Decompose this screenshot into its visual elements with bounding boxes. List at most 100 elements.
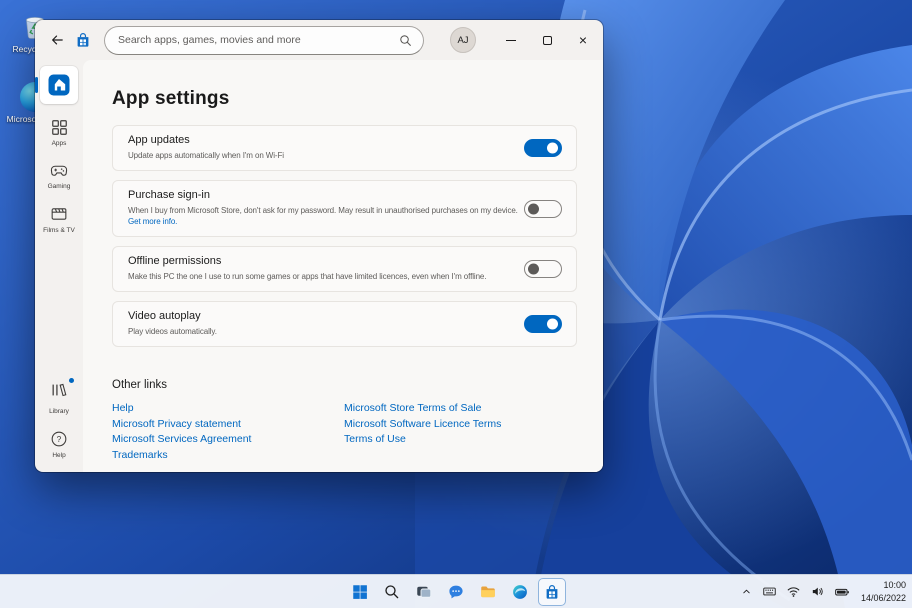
apps-grid-icon xyxy=(50,118,69,137)
store-sidebar: Apps Gaming xyxy=(35,60,83,472)
settings-cards: App updates Update apps automatically wh… xyxy=(112,125,577,347)
windows-logo-icon xyxy=(351,583,369,601)
other-links-title: Other links xyxy=(112,379,577,391)
link-services-agreement[interactable]: Microsoft Services Agreement xyxy=(112,434,344,445)
search-box[interactable] xyxy=(104,26,424,55)
speaker-icon xyxy=(810,584,825,599)
setting-description: Play videos automatically. xyxy=(128,326,520,337)
setting-description-text: When I buy from Microsoft Store, don't a… xyxy=(128,206,518,215)
file-explorer-button[interactable] xyxy=(474,578,502,606)
back-arrow-icon xyxy=(50,33,64,47)
sidebar-item-label: Help xyxy=(52,452,65,459)
clock-date: 14/06/2022 xyxy=(861,592,906,604)
taskbar-clock[interactable]: 10:00 14/06/2022 xyxy=(861,579,906,603)
wifi-icon xyxy=(786,584,801,599)
library-notification-dot xyxy=(69,378,74,383)
other-links: Help Microsoft Privacy statement Microso… xyxy=(112,403,577,461)
clock-time: 10:00 xyxy=(861,579,906,591)
window-body: Apps Gaming xyxy=(35,60,603,472)
link-software-licence-terms[interactable]: Microsoft Software Licence Terms xyxy=(344,419,501,430)
get-more-info-link[interactable]: Get more info. xyxy=(128,217,177,226)
minimize-icon xyxy=(506,40,516,41)
search-icon xyxy=(383,583,401,601)
sidebar-item-apps[interactable]: Apps xyxy=(50,118,69,147)
setting-title: App updates xyxy=(128,134,520,147)
volume-button[interactable] xyxy=(810,584,825,599)
toggle-knob xyxy=(547,143,558,154)
store-icon xyxy=(543,583,561,601)
setting-card-offline-permissions: Offline permissions Make this PC the one… xyxy=(112,246,577,292)
toggle-video-autoplay[interactable] xyxy=(524,315,562,333)
folder-icon xyxy=(479,583,497,601)
window-controls: × xyxy=(493,20,603,60)
home-icon xyxy=(47,73,71,97)
setting-title: Offline permissions xyxy=(128,255,520,268)
taskbar-center xyxy=(346,578,566,606)
toggle-knob xyxy=(547,319,558,330)
store-taskbar-button[interactable] xyxy=(538,578,566,606)
setting-description: When I buy from Microsoft Store, don't a… xyxy=(128,205,520,227)
sidebar-item-gaming[interactable]: Gaming xyxy=(48,160,71,190)
sidebar-item-label: Gaming xyxy=(48,183,71,190)
chat-bubble-icon xyxy=(447,583,465,601)
battery-button[interactable] xyxy=(834,584,850,600)
setting-card-purchase-sign-in: Purchase sign-in When I buy from Microso… xyxy=(112,180,577,237)
tray-overflow-button[interactable] xyxy=(740,585,753,598)
page-title: App settings xyxy=(112,88,577,110)
minimize-button[interactable] xyxy=(493,20,529,60)
search-input[interactable] xyxy=(118,34,399,46)
link-terms-of-use[interactable]: Terms of Use xyxy=(344,434,501,445)
link-privacy-statement[interactable]: Microsoft Privacy statement xyxy=(112,419,344,430)
sidebar-item-library[interactable]: Library xyxy=(49,380,69,415)
desktop: Recycle Bin Microsoft Edge xyxy=(0,0,912,608)
setting-title: Purchase sign-in xyxy=(128,189,520,202)
account-avatar[interactable]: AJ xyxy=(450,27,476,53)
search-icon[interactable] xyxy=(399,34,412,47)
toggle-app-updates[interactable] xyxy=(524,139,562,157)
links-column-1: Help Microsoft Privacy statement Microso… xyxy=(112,403,344,461)
close-button[interactable]: × xyxy=(565,20,601,60)
setting-title: Video autoplay xyxy=(128,310,520,323)
keyboard-icon xyxy=(762,584,777,599)
link-terms-of-sale[interactable]: Microsoft Store Terms of Sale xyxy=(344,403,501,414)
maximize-icon xyxy=(543,36,552,45)
edge-button[interactable] xyxy=(506,578,534,606)
sidebar-item-home[interactable] xyxy=(40,66,78,104)
clapperboard-icon xyxy=(49,204,69,224)
setting-description: Update apps automatically when I'm on Wi… xyxy=(128,150,520,161)
setting-card-app-updates: App updates Update apps automatically wh… xyxy=(112,125,577,171)
back-button[interactable] xyxy=(43,26,71,54)
toggle-knob xyxy=(528,203,539,214)
sidebar-item-help[interactable]: ? Help xyxy=(49,429,69,459)
link-help[interactable]: Help xyxy=(112,403,344,414)
link-trademarks[interactable]: Trademarks xyxy=(112,450,344,461)
sidebar-item-label: Films & TV xyxy=(43,227,75,234)
start-button[interactable] xyxy=(346,578,374,606)
sidebar-item-label: Apps xyxy=(52,140,67,147)
store-window: AJ × xyxy=(35,20,603,472)
battery-icon xyxy=(834,584,850,600)
svg-text:?: ? xyxy=(57,434,62,444)
taskbar-search-button[interactable] xyxy=(378,578,406,606)
system-tray: 10:00 14/06/2022 xyxy=(740,575,906,608)
sidebar-item-label: Library xyxy=(49,408,69,415)
titlebar: AJ × xyxy=(35,20,603,60)
toggle-knob xyxy=(528,264,539,275)
toggle-offline-permissions[interactable] xyxy=(524,260,562,278)
store-app-icon xyxy=(74,31,92,49)
setting-card-video-autoplay: Video autoplay Play videos automatically… xyxy=(112,301,577,347)
sidebar-item-films-tv[interactable]: Films & TV xyxy=(43,204,75,234)
chat-button[interactable] xyxy=(442,578,470,606)
edge-icon xyxy=(511,583,529,601)
selected-indicator xyxy=(35,77,38,93)
help-icon: ? xyxy=(49,429,69,449)
gamepad-icon xyxy=(49,160,69,180)
task-view-button[interactable] xyxy=(410,578,438,606)
avatar-initials: AJ xyxy=(457,35,468,46)
touch-keyboard-button[interactable] xyxy=(762,584,777,599)
network-button[interactable] xyxy=(786,584,801,599)
maximize-button[interactable] xyxy=(529,20,565,60)
toggle-purchase-sign-in[interactable] xyxy=(524,200,562,218)
setting-description: Make this PC the one I use to run some g… xyxy=(128,271,520,282)
close-icon: × xyxy=(579,33,587,47)
